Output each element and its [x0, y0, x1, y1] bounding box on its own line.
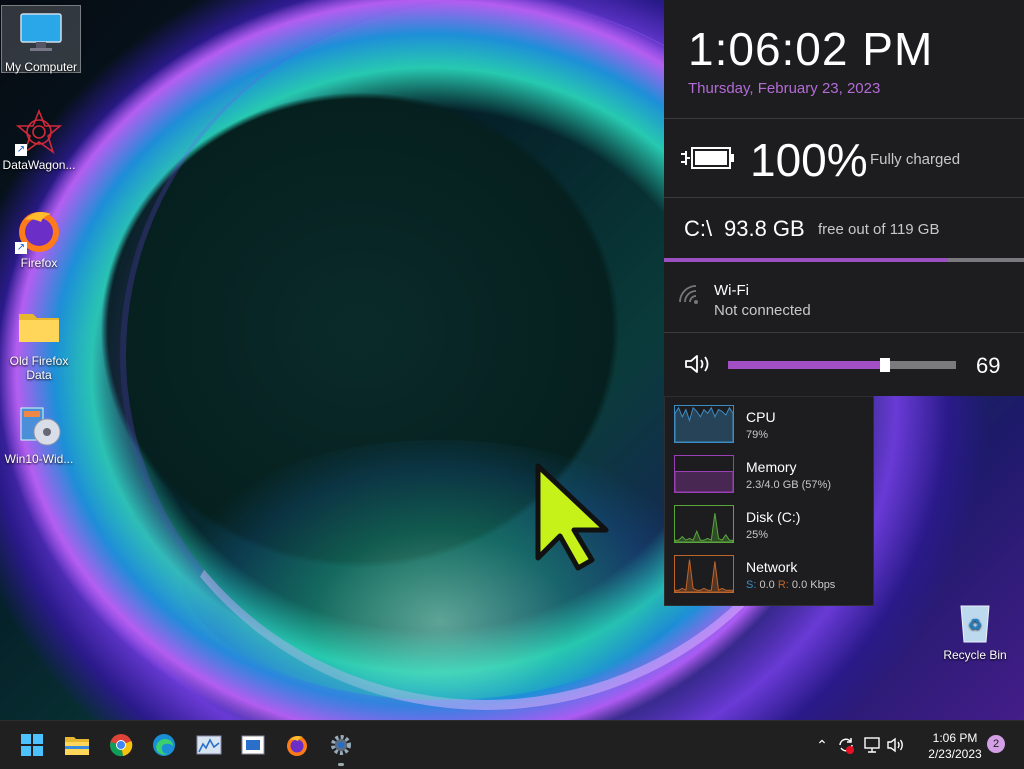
perf-name: Memory: [746, 459, 797, 475]
disk-drive-label: C:\: [684, 216, 713, 241]
taskbar-firefox[interactable]: [281, 729, 313, 761]
taskbar-clock[interactable]: 1:06 PM 2/23/2023: [920, 730, 990, 762]
shortcut-arrow-icon: ↗: [15, 144, 27, 156]
sync-alert-icon[interactable]: [836, 735, 856, 755]
show-hidden-icons-chevron-icon[interactable]: ⌃: [812, 735, 832, 755]
clock-section: 1:06:02 PM Thursday, February 23, 2023: [664, 0, 1024, 119]
shortcut-arrow-icon: ↗: [15, 242, 27, 254]
settings-active-indicator: [338, 763, 344, 766]
desktop-icon-old-firefox-data[interactable]: Old Firefox Data: [0, 300, 78, 382]
perf-row-disk[interactable]: Disk (C:) 25%: [674, 503, 874, 547]
desktop-icon-label: Recycle Bin: [943, 648, 1007, 662]
taskbar-file-explorer[interactable]: [61, 729, 93, 761]
battery-section: 100% Fully charged: [664, 119, 1024, 198]
desktop-icon-recycle-bin[interactable]: ♻ Recycle Bin: [936, 594, 1014, 662]
wifi-status: Not connected: [714, 302, 811, 319]
desktop-icon-win10-widgets[interactable]: Win10-Wid...: [0, 398, 78, 466]
notification-badge[interactable]: 2: [987, 735, 1005, 753]
desktop-icon-datawagon[interactable]: ↗ DataWagon...: [0, 104, 78, 172]
battery-status: Fully charged: [870, 151, 961, 168]
chrome-icon: [110, 734, 133, 757]
network-send-value: 0.0: [759, 579, 775, 591]
system-info-panel: 1:06:02 PM Thursday, February 23, 2023 1…: [664, 0, 1024, 396]
cpu-graph: [674, 405, 734, 443]
network-receive-value: 0.0 Kbps: [791, 579, 836, 591]
network-send-label: S:: [746, 579, 757, 591]
clock-date: Thursday, February 23, 2023: [688, 80, 881, 97]
disk-graph: [674, 505, 734, 543]
taskbar-chrome[interactable]: [105, 729, 137, 761]
perf-value: 25%: [746, 529, 769, 541]
taskbar: ⌃ 1:06 PM 2/23/2023: [0, 720, 1024, 769]
disk-section: C:\ 93.8 GB free out of 119 GB: [664, 198, 1024, 262]
datawagon-app-icon: ↗: [15, 108, 63, 156]
desktop-icon-label: Firefox: [20, 256, 58, 270]
performance-monitor: CPU 79% Memory 2.3/4.0 GB (57%) Disk (C:…: [664, 396, 874, 606]
taskbar-settings[interactable]: [325, 729, 357, 761]
taskbar-window-app[interactable]: [237, 729, 269, 761]
network-graph: [674, 555, 734, 593]
mouse-cursor-icon: [534, 462, 614, 572]
memory-graph: [674, 455, 734, 493]
disk-free-space: 93.8 GB: [724, 216, 805, 241]
disk-total-label: free out of 119 GB: [818, 221, 940, 238]
network-ethernet-icon[interactable]: [862, 735, 882, 755]
taskbar-time: 1:06 PM: [932, 731, 978, 745]
monitor-icon: [17, 10, 65, 58]
installer-icon: [15, 402, 63, 450]
perf-name: CPU: [746, 409, 776, 425]
volume-section: 69: [664, 333, 1024, 396]
wifi-name: Wi-Fi: [714, 282, 749, 299]
monitor-chart-icon: [196, 735, 222, 755]
edge-icon: [153, 734, 175, 756]
clock-time: 1:06:02 PM: [688, 23, 934, 75]
perf-row-cpu[interactable]: CPU 79%: [674, 403, 874, 447]
volume-icon[interactable]: [886, 735, 906, 755]
network-receive-label: R:: [777, 579, 789, 591]
desktop-icon-label: Win10-Wid...: [4, 452, 74, 466]
battery-percent: 100%: [750, 134, 868, 186]
perf-name: Disk (C:): [746, 509, 801, 525]
desktop-icon-firefox[interactable]: ↗ Firefox: [0, 202, 78, 270]
volume-value: 69: [976, 353, 1001, 378]
wifi-section[interactable]: Wi-Fi Not connected: [664, 266, 1024, 333]
wifi-icon: [678, 284, 702, 311]
perf-value: 2.3/4.0 GB (57%): [746, 479, 831, 491]
volume-slider[interactable]: [728, 358, 956, 372]
disk-usage-bar: [664, 258, 1024, 262]
perf-name: Network: [746, 559, 798, 575]
taskbar-date: 2/23/2023: [928, 747, 982, 761]
perf-value: S: 0.0 R: 0.0 Kbps: [746, 579, 835, 591]
file-explorer-icon: [65, 737, 89, 755]
wallpaper-glow: [180, 440, 700, 700]
recycle-bin-icon: ♻: [951, 598, 999, 646]
svg-text:♻: ♻: [968, 615, 982, 634]
desktop-icon-label: Old Firefox Data: [9, 354, 69, 382]
taskbar-resource-monitor[interactable]: [193, 729, 225, 761]
firefox-icon: ↗: [15, 206, 63, 254]
perf-value: 79%: [746, 429, 769, 441]
volume-slider-thumb[interactable]: [880, 358, 891, 372]
taskbar-edge[interactable]: [148, 729, 180, 761]
desktop-icon-my-computer[interactable]: My Computer: [1, 5, 81, 74]
folder-icon: [15, 304, 63, 352]
app-window-icon: [241, 735, 265, 755]
desktop-icon-label: My Computer: [4, 60, 78, 74]
start-button[interactable]: [16, 729, 48, 761]
battery-icon: [680, 145, 736, 176]
speaker-icon[interactable]: [684, 353, 712, 380]
windows-logo-icon: [21, 734, 43, 756]
desktop-icon-label: DataWagon...: [2, 158, 76, 172]
perf-row-network[interactable]: Network S: 0.0 R: 0.0 Kbps: [674, 553, 874, 597]
firefox-icon: [287, 736, 307, 756]
perf-row-memory[interactable]: Memory 2.3/4.0 GB (57%): [674, 453, 874, 497]
gear-icon: [331, 735, 351, 755]
